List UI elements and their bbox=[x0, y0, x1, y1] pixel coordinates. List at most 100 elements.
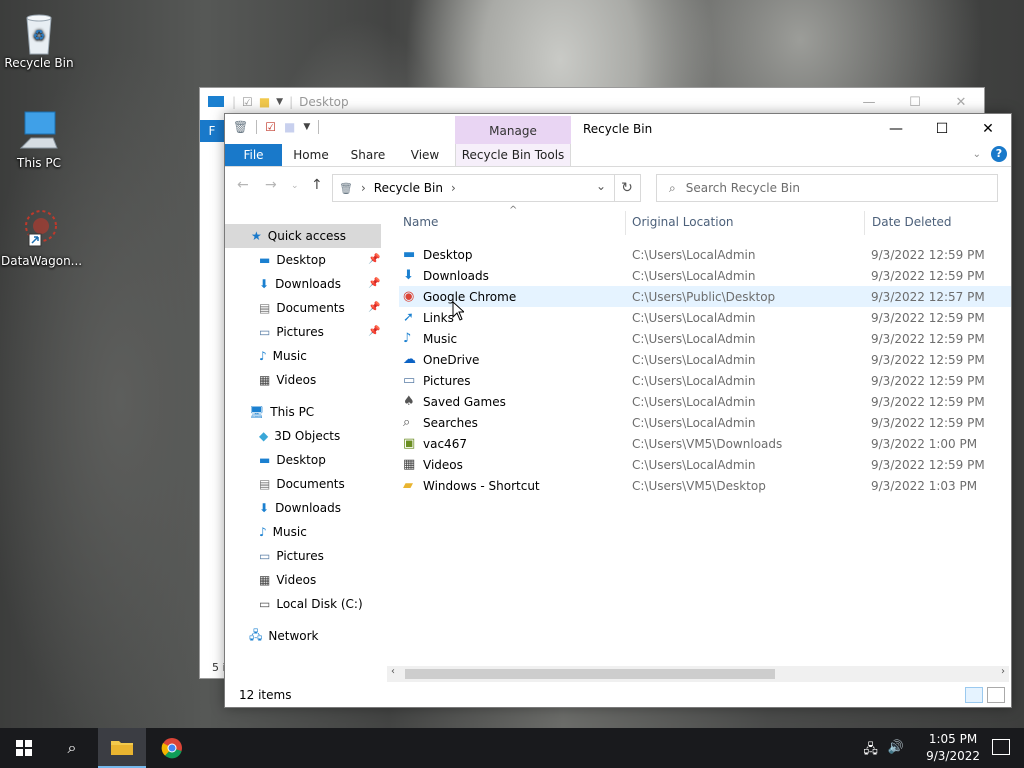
desktop-datawagon[interactable]: DataWagon... bbox=[1, 206, 82, 268]
nav-quick-access[interactable]: ★ Quick access bbox=[251, 224, 346, 248]
address-dropdown-icon[interactable]: ⌄ bbox=[596, 179, 606, 193]
nav-local-disk[interactable]: ▭ Local Disk (C:) bbox=[259, 592, 363, 616]
nav-pc-documents[interactable]: ▤ Documents bbox=[259, 472, 345, 496]
nav-quick-music[interactable]: ♪ Music bbox=[259, 344, 307, 368]
recycle-bin-window[interactable]: 🗑 ☑ ■ ▼ Manage Recycle Bin — ☐ ✕ File Ho… bbox=[224, 113, 1012, 708]
search-box[interactable]: ⌕ Search Recycle Bin bbox=[656, 174, 998, 202]
address-bar[interactable]: 🗑 › Recycle Bin › ⌄ bbox=[332, 174, 615, 202]
nav-quick-videos[interactable]: ▦ Videos bbox=[259, 368, 316, 392]
nav-this-pc[interactable]: 🖥 This PC bbox=[249, 400, 314, 424]
chevron-right-icon[interactable]: › bbox=[361, 181, 366, 195]
scrollbar-thumb[interactable] bbox=[405, 669, 775, 679]
desktop-icon bbox=[208, 96, 224, 107]
maximize-button[interactable]: ☐ bbox=[919, 114, 965, 144]
help-icon[interactable]: ? bbox=[991, 146, 1007, 162]
taskbar-search-button[interactable]: ⌕ bbox=[48, 728, 96, 768]
documents-icon: ▤ bbox=[259, 301, 271, 315]
chevron-right-icon[interactable]: › bbox=[451, 181, 456, 195]
maximize-button[interactable]: ☐ bbox=[892, 88, 938, 116]
tab-share[interactable]: Share bbox=[343, 144, 393, 166]
column-separator[interactable] bbox=[864, 211, 865, 235]
mouse-cursor-icon bbox=[452, 301, 464, 321]
file-row[interactable]: ➚ Links C:\Users\LocalAdmin 9/3/2022 12:59 … bbox=[399, 307, 1009, 328]
forward-arrow-icon[interactable]: → bbox=[265, 177, 277, 193]
new-folder-icon[interactable]: ■ bbox=[284, 120, 295, 134]
item-count: 12 items bbox=[239, 688, 292, 702]
nav-pc-music[interactable]: ♪ Music bbox=[259, 520, 307, 544]
original-location: C:\Users\VM5\Desktop bbox=[632, 478, 766, 493]
tab-file[interactable]: File bbox=[225, 144, 282, 166]
nav-pc-desktop[interactable]: ▬ Desktop bbox=[259, 448, 326, 472]
column-separator[interactable] bbox=[625, 211, 626, 235]
nav-quick-pictures[interactable]: ▭ Pictures bbox=[259, 320, 324, 344]
nav-label: Local Disk (C:) bbox=[276, 597, 363, 611]
tab-recycle-bin-tools[interactable]: Recycle Bin Tools bbox=[455, 144, 571, 166]
scroll-left-icon[interactable]: ‹ bbox=[391, 666, 395, 677]
nav-3d-objects[interactable]: ◆ 3D Objects bbox=[259, 424, 340, 448]
breadcrumb-recycle-bin[interactable]: Recycle Bin bbox=[374, 181, 443, 195]
minimize-button[interactable]: — bbox=[873, 114, 919, 144]
tab-home[interactable]: Home bbox=[287, 144, 335, 166]
scroll-right-icon[interactable]: › bbox=[1001, 666, 1005, 677]
pin-icon[interactable]: 📌 bbox=[368, 254, 380, 265]
nav-label: Desktop bbox=[276, 453, 326, 467]
background-file-tab[interactable]: F bbox=[200, 120, 224, 142]
downloads-icon: ⬇ bbox=[259, 277, 270, 291]
volume-icon[interactable]: 🔊 bbox=[888, 740, 904, 762]
pin-icon[interactable]: 📌 bbox=[368, 326, 380, 337]
desktop-icon: ▬ bbox=[259, 253, 271, 267]
minimize-button[interactable]: — bbox=[846, 88, 892, 116]
file-row[interactable]: ▣ vac467 C:\Users\VM5\Downloads 9/3/2022 1:… bbox=[399, 433, 1009, 454]
file-list: ^ Name Original Location Date Deleted ▬ D… bbox=[387, 205, 1011, 667]
taskbar-file-explorer[interactable] bbox=[98, 728, 146, 768]
column-header-original-location[interactable]: Original Location bbox=[632, 215, 734, 229]
file-row[interactable]: ▭ Pictures C:\Users\LocalAdmin 9/3/2022 12:… bbox=[399, 370, 1009, 391]
file-row[interactable]: ☁ OneDrive C:\Users\LocalAdmin 9/3/2022 12:… bbox=[399, 349, 1009, 370]
desktop-recycle-bin[interactable]: ♻ Recycle Bin bbox=[1, 8, 77, 70]
pin-icon[interactable]: 📌 bbox=[368, 278, 380, 289]
nav-quick-downloads[interactable]: ⬇ Downloads bbox=[259, 272, 341, 296]
taskbar-chrome[interactable] bbox=[148, 728, 196, 768]
file-row[interactable]: ♪ Music C:\Users\LocalAdmin 9/3/2022 12:59 … bbox=[399, 328, 1009, 349]
nav-quick-documents[interactable]: ▤ Documents bbox=[259, 296, 345, 320]
large-icons-view-button[interactable] bbox=[987, 687, 1005, 703]
tab-view[interactable]: View bbox=[401, 144, 449, 166]
clock-time: 1:05 PM bbox=[928, 732, 978, 746]
nav-pc-pictures[interactable]: ▭ Pictures bbox=[259, 544, 324, 568]
downloads-icon: ⬇ bbox=[403, 268, 414, 283]
file-row[interactable]: ⬇ Downloads C:\Users\LocalAdmin 9/3/2022 12… bbox=[399, 265, 1009, 286]
nav-network[interactable]: 🖧 Network bbox=[249, 624, 319, 648]
network-status-icon[interactable]: 🖧 bbox=[863, 740, 878, 762]
taskbar-clock[interactable]: 1:05 PM 9/3/2022 bbox=[926, 731, 980, 765]
close-button[interactable]: ✕ bbox=[965, 114, 1011, 144]
pin-icon[interactable]: 📌 bbox=[368, 302, 380, 313]
start-button[interactable] bbox=[0, 728, 48, 768]
column-header-date-deleted[interactable]: Date Deleted bbox=[872, 215, 952, 229]
expand-ribbon-icon[interactable]: ⌄ bbox=[973, 149, 981, 160]
file-row[interactable]: ▬ Desktop C:\Users\LocalAdmin 9/3/2022 12:5… bbox=[399, 244, 1009, 265]
file-row[interactable]: ⌕ Searches C:\Users\LocalAdmin 9/3/2022 12:… bbox=[399, 412, 1009, 433]
up-arrow-icon[interactable]: ↑ bbox=[311, 177, 323, 193]
nav-quick-desktop[interactable]: ▬ Desktop bbox=[259, 248, 326, 272]
manage-context-tab[interactable]: Manage bbox=[455, 116, 571, 144]
date-deleted: 9/3/2022 12:59 PM bbox=[871, 373, 985, 388]
horizontal-scrollbar[interactable]: ‹ › bbox=[387, 666, 1009, 682]
details-view-button[interactable] bbox=[965, 687, 983, 703]
file-row[interactable]: ◉ Google Chrome C:\Users\Public\Desktop 9/3… bbox=[399, 286, 1011, 307]
recent-locations-icon[interactable]: ⌄ bbox=[291, 181, 299, 191]
chevron-down-icon[interactable]: ▼ bbox=[303, 122, 310, 132]
column-header-name[interactable]: Name bbox=[403, 215, 438, 229]
file-row[interactable]: ▰ Windows - Shortcut C:\Users\VM5\Desktop 9… bbox=[399, 475, 1009, 496]
file-row[interactable]: ▦ Videos C:\Users\LocalAdmin 9/3/2022 12:59… bbox=[399, 454, 1009, 475]
nav-label: Downloads bbox=[275, 277, 341, 291]
file-row[interactable]: ♠ Saved Games C:\Users\LocalAdmin 9/3/2022 … bbox=[399, 391, 1009, 412]
nav-label: Documents bbox=[276, 301, 345, 315]
back-arrow-icon[interactable]: ← bbox=[237, 177, 249, 193]
refresh-button[interactable]: ↻ bbox=[614, 174, 641, 202]
properties-icon[interactable]: ☑ bbox=[265, 120, 276, 134]
close-button[interactable]: ✕ bbox=[938, 88, 984, 116]
nav-pc-downloads[interactable]: ⬇ Downloads bbox=[259, 496, 341, 520]
desktop-this-pc[interactable]: This PC bbox=[1, 108, 77, 170]
notification-center-icon[interactable] bbox=[992, 739, 1010, 755]
nav-pc-videos[interactable]: ▦ Videos bbox=[259, 568, 316, 592]
